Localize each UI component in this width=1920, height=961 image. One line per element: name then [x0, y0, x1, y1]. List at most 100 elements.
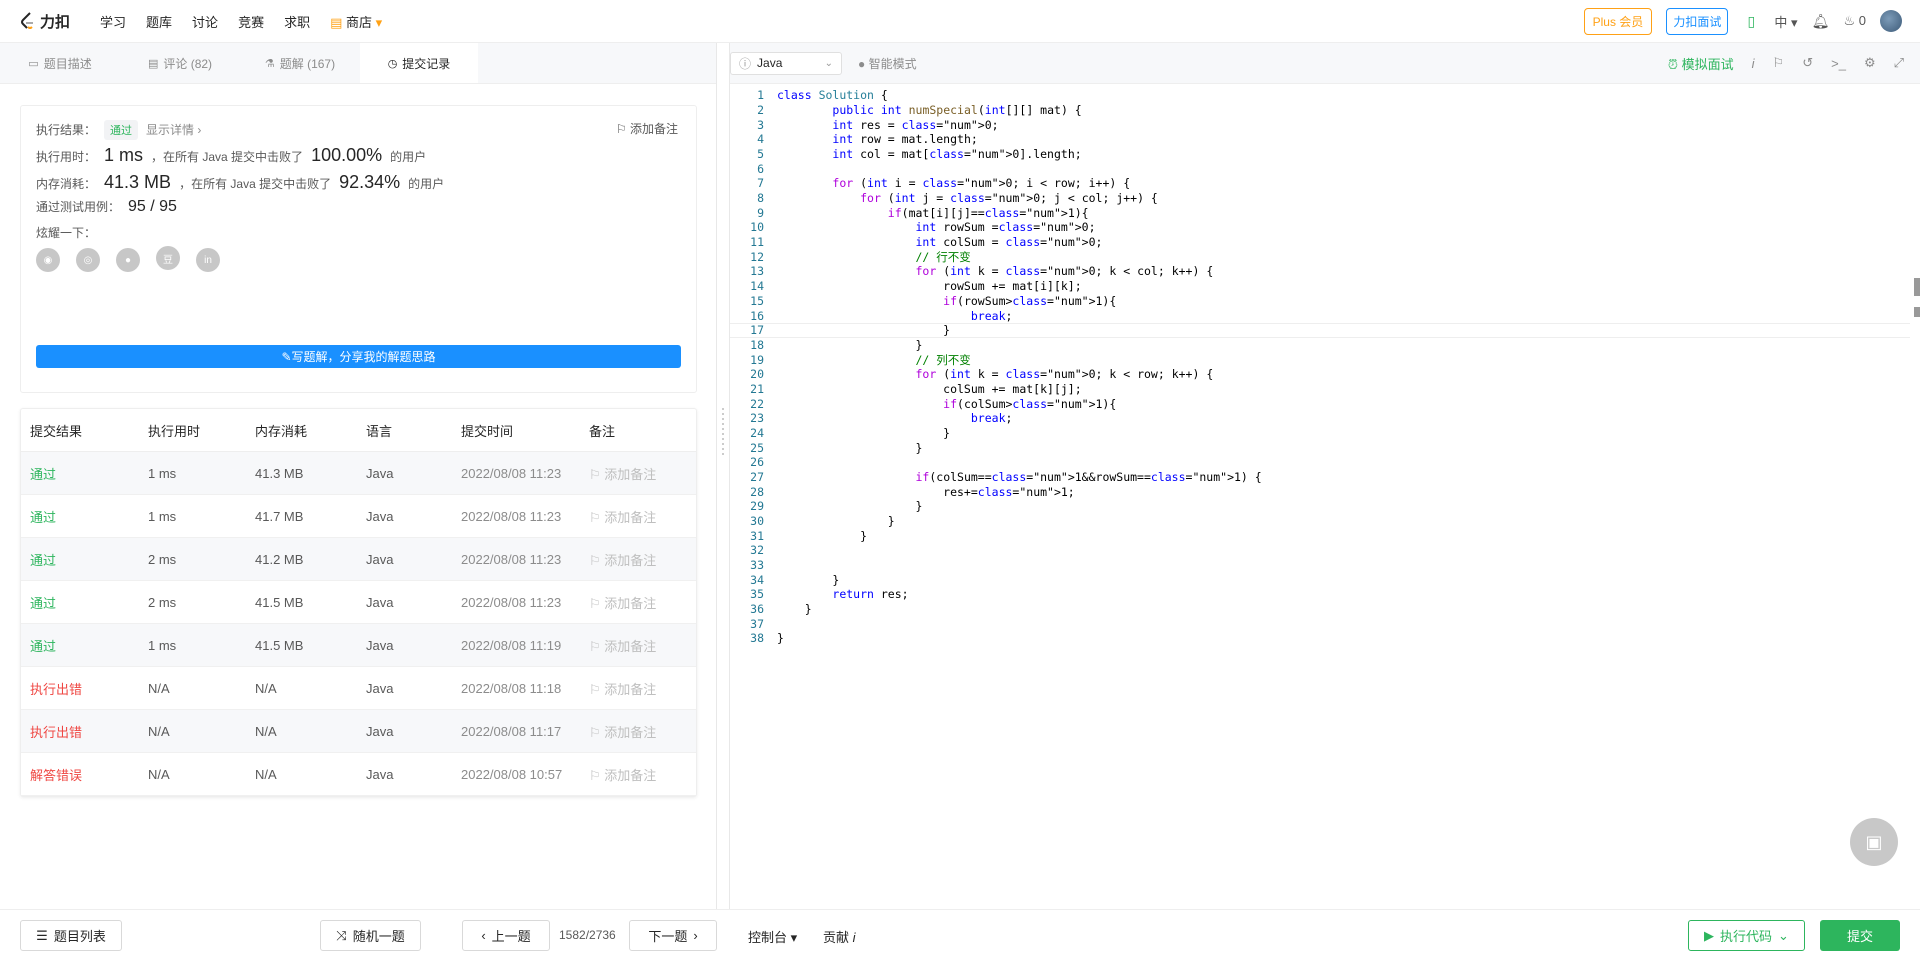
code-line[interactable]: 20 for (int k = class="num">0; k < row; … [730, 367, 1910, 382]
tab-solutions[interactable]: ⚗ 题解 (167) [240, 43, 360, 83]
smart-mode-toggle[interactable]: ● 智能模式 [858, 55, 917, 72]
code-line[interactable]: 7 for (int i = class="num">0; i < row; i… [730, 176, 1910, 191]
notes-float-button[interactable]: ▣ [1850, 818, 1898, 866]
code-line[interactable]: 10 int rowSum =class="num">0; [730, 220, 1910, 235]
console-toggle[interactable]: 控制台 ▾ [748, 927, 797, 946]
info-italic-icon[interactable]: i [1752, 56, 1755, 71]
code-line[interactable]: 16 break; [730, 308, 1910, 323]
code-area[interactable]: 1 class Solution {2 public int numSpecial… [730, 84, 1920, 909]
language-select[interactable]: ⓘ Java ⌄ [730, 51, 842, 75]
reset-icon[interactable]: ↺ [1802, 55, 1813, 71]
add-note-link[interactable]: ⚐ 添加备注 [589, 722, 689, 741]
code-line[interactable]: 14 rowSum += mat[i][k]; [730, 279, 1910, 294]
nav-link-shop[interactable]: ▤ 商店 ▾ [330, 12, 382, 31]
code-line[interactable]: 35 return res; [730, 587, 1910, 602]
qq-icon[interactable]: ● [116, 248, 140, 272]
add-note-link[interactable]: ⚐ 添加备注 [589, 593, 689, 612]
code-line[interactable]: 27 if(colSum==class="num">1&&rowSum==cla… [730, 470, 1910, 485]
table-row[interactable]: 通过 1 ms 41.3 MB Java 2022/08/08 11:23 ⚐ 添加备注 [21, 452, 696, 495]
add-note-link[interactable]: ⚐ 添加备注 [589, 507, 689, 526]
wechat-icon[interactable]: ◉ [36, 248, 60, 272]
plus-member-button[interactable]: Plus 会员 [1583, 7, 1653, 35]
flag-icon[interactable]: ⚐ [1773, 55, 1785, 71]
code-line[interactable]: 12 // 行不变 [730, 249, 1910, 264]
cell-result[interactable]: 通过 [21, 507, 148, 526]
code-line[interactable]: 3 int res = class="num">0; [730, 117, 1910, 132]
code-line[interactable]: 18 } [730, 338, 1910, 353]
table-row[interactable]: 通过 1 ms 41.5 MB Java 2022/08/08 11:19 ⚐ 添加备注 [21, 624, 696, 667]
run-code-button[interactable]: ▶ 执行代码 ⌄ [1688, 920, 1805, 951]
code-line[interactable]: 36 } [730, 602, 1910, 617]
leetcode-logo[interactable]: 力扣 [20, 11, 70, 32]
code-line[interactable]: 5 int col = mat[class="num">0].length; [730, 147, 1910, 162]
fullscreen-icon[interactable]: ⤢ [1894, 55, 1904, 71]
show-detail-link[interactable]: 显示详情 › [146, 121, 201, 138]
code-line[interactable]: 8 for (int j = class="num">0; j < col; j… [730, 191, 1910, 206]
nav-link-learn[interactable]: 学习 [100, 12, 126, 31]
submit-button[interactable]: 提交 [1820, 920, 1900, 951]
table-row[interactable]: 通过 2 ms 41.2 MB Java 2022/08/08 11:23 ⚐ 添加备注 [21, 538, 696, 581]
cell-result[interactable]: 执行出错 [21, 722, 148, 741]
code-line[interactable]: 30 } [730, 514, 1910, 529]
code-line[interactable]: 1 class Solution { [730, 88, 1910, 103]
nav-link-contest[interactable]: 竞赛 [238, 12, 264, 31]
cell-result[interactable]: 执行出错 [21, 679, 148, 698]
nav-link-problems[interactable]: 题库 [146, 12, 172, 31]
code-line[interactable]: 34 } [730, 572, 1910, 587]
code-line[interactable]: 21 colSum += mat[k][j]; [730, 382, 1910, 397]
code-line[interactable]: 11 int colSum = class="num">0; [730, 235, 1910, 250]
code-line[interactable]: 23 break; [730, 411, 1910, 426]
add-note-link[interactable]: ⚐ 添加备注 [589, 679, 689, 698]
problem-list-button[interactable]: ☰ 题目列表 [20, 920, 122, 951]
code-line[interactable]: 26 [730, 455, 1910, 470]
code-line[interactable]: 37 [730, 616, 1910, 631]
random-problem-button[interactable]: ⤨ 随机一题 [320, 920, 421, 951]
code-line[interactable]: 17 } [730, 322, 1910, 338]
code-line[interactable]: 9 if(mat[i][j]==class="num">1){ [730, 205, 1910, 220]
code-line[interactable]: 6 [730, 161, 1910, 176]
table-row[interactable]: 执行出错 N/A N/A Java 2022/08/08 11:18 ⚐ 添加备注 [21, 667, 696, 710]
bell-icon[interactable]: 🔔︎ [1811, 12, 1830, 30]
code-line[interactable]: 33 [730, 558, 1910, 573]
tab-comments[interactable]: ▤ 评论 (82) [120, 43, 240, 83]
write-solution-button[interactable]: ✎ 写题解，分享我的解题思路 [36, 345, 681, 368]
code-line[interactable]: 38} [730, 631, 1910, 646]
table-row[interactable]: 通过 2 ms 41.5 MB Java 2022/08/08 11:23 ⚐ 添加备注 [21, 581, 696, 624]
scrollbar-thumb[interactable] [1914, 307, 1920, 317]
add-note-link[interactable]: ⚐ 添加备注 [589, 636, 689, 655]
tab-submissions[interactable]: ◷ 提交记录 [360, 43, 478, 83]
code-line[interactable]: 31 } [730, 528, 1910, 543]
mobile-icon[interactable]: ▯ [1742, 12, 1760, 30]
weibo-icon[interactable]: ◎ [76, 248, 100, 272]
add-note-link[interactable]: ⚐ 添加备注 [589, 464, 689, 483]
code-line[interactable]: 32 [730, 543, 1910, 558]
scrollbar-marker[interactable] [1914, 278, 1920, 296]
code-line[interactable]: 4 int row = mat.length; [730, 132, 1910, 147]
settings-icon[interactable]: ⚙ [1864, 55, 1876, 71]
avatar[interactable] [1880, 10, 1902, 32]
table-row[interactable]: 通过 1 ms 41.7 MB Java 2022/08/08 11:23 ⚐ 添加备注 [21, 495, 696, 538]
tab-description[interactable]: ▭ 题目描述 [0, 43, 120, 83]
cell-result[interactable]: 通过 [21, 464, 148, 483]
linkedin-icon[interactable]: in [196, 248, 220, 272]
code-line[interactable]: 29 } [730, 499, 1910, 514]
next-problem-button[interactable]: 下一题 › [629, 920, 717, 951]
code-line[interactable]: 25 } [730, 440, 1910, 455]
cell-result[interactable]: 通过 [21, 550, 148, 569]
nav-link-discuss[interactable]: 讨论 [192, 12, 218, 31]
add-note-link[interactable]: ⚐ 添加备注 [589, 550, 689, 569]
add-note-button[interactable]: ⚐ 添加备注 [616, 120, 678, 137]
interview-button[interactable]: 力扣面试 [1666, 7, 1729, 35]
code-line[interactable]: 19 // 列不变 [730, 352, 1910, 367]
cell-result[interactable]: 通过 [21, 636, 148, 655]
mock-interview-button[interactable]: ⏰︎ 模拟面试 [1668, 54, 1734, 73]
code-line[interactable]: 15 if(rowSum>class="num">1){ [730, 294, 1910, 309]
table-row[interactable]: 解答错误 N/A N/A Java 2022/08/08 10:57 ⚐ 添加备注 [21, 753, 696, 796]
prev-problem-button[interactable]: ‹ 上一题 [462, 920, 550, 951]
cell-result[interactable]: 解答错误 [21, 765, 148, 784]
code-line[interactable]: 28 res+=class="num">1; [730, 484, 1910, 499]
add-note-link[interactable]: ⚐ 添加备注 [589, 765, 689, 784]
douban-icon[interactable]: 豆 [156, 246, 180, 270]
panel-resizer[interactable] [717, 43, 729, 909]
cell-result[interactable]: 通过 [21, 593, 148, 612]
